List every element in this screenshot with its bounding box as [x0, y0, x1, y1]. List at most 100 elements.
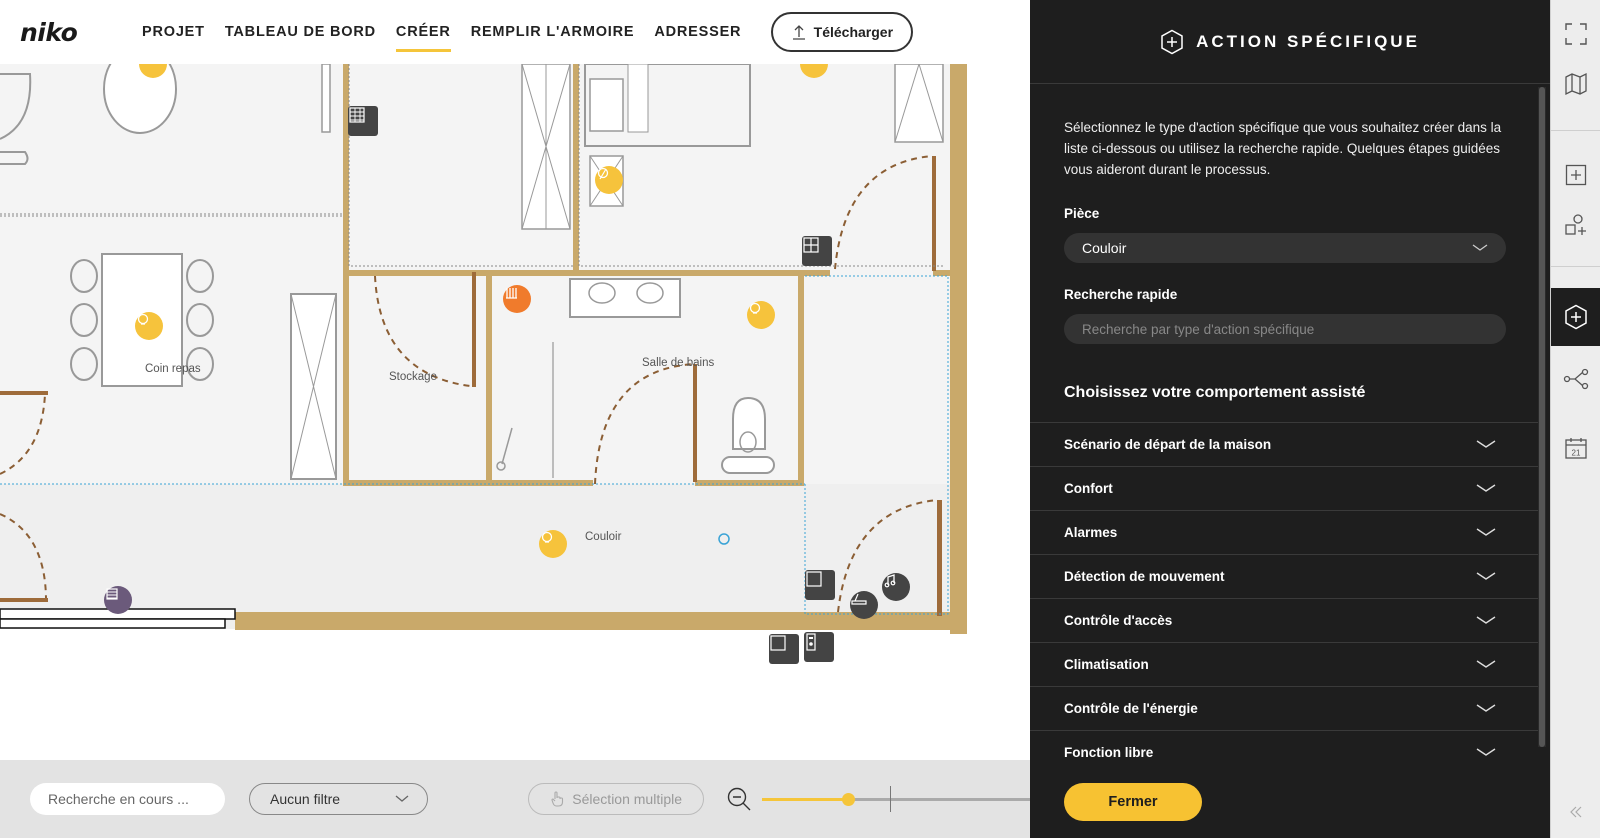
- nav-tableau-de-bord[interactable]: TABLEAU DE BORD: [215, 0, 386, 64]
- download-label: Télécharger: [813, 24, 894, 40]
- top-nav: niko PROJET TABLEAU DE BORD CRÉER REMPLI…: [0, 0, 1030, 64]
- add-button[interactable]: [1551, 153, 1600, 197]
- right-toolbar: 21: [1550, 0, 1600, 838]
- calendar-day: 21: [1572, 449, 1581, 458]
- accordion-item-confort[interactable]: Confort: [1030, 467, 1540, 511]
- map-icon: [1565, 72, 1587, 96]
- download-button[interactable]: Télécharger: [771, 12, 914, 52]
- accordion-item-controle-acces[interactable]: Contrôle d'accès: [1030, 599, 1540, 643]
- nav-adresser[interactable]: ADRESSER: [644, 0, 751, 64]
- accordion-item-label: Contrôle de l'énergie: [1064, 701, 1198, 716]
- specific-action-panel: ACTION SPÉCIFIQUE Sélectionnez le type d…: [1030, 0, 1550, 838]
- single-switch-icon[interactable]: [805, 570, 835, 600]
- chevron-down-icon: [1476, 572, 1496, 580]
- accordion-item-label: Alarmes: [1064, 525, 1118, 540]
- fullscreen-icon: [1565, 23, 1587, 45]
- zoom-slider-handle[interactable]: [842, 793, 856, 806]
- room-select-value: Couloir: [1082, 240, 1127, 256]
- room-label-coin-repas: Coin repas: [145, 363, 201, 375]
- section-title: Choisissez votre comportement assisté: [1064, 384, 1366, 401]
- floorplan-drawing: [0, 64, 1030, 760]
- filter-dropdown[interactable]: Aucun filtre: [249, 783, 428, 815]
- nav-projet[interactable]: PROJET: [132, 0, 215, 64]
- room-label-stockage: Stockage: [389, 371, 437, 383]
- doorbell-icon[interactable]: [804, 632, 834, 662]
- chevron-down-icon: [1476, 528, 1496, 536]
- panel-description: Sélectionnez le type d'action spécifique…: [1064, 120, 1502, 177]
- light-bulb-icon[interactable]: [539, 530, 567, 558]
- room-label: Pièce: [1064, 206, 1100, 221]
- search-input[interactable]: [30, 783, 225, 815]
- heating-icon[interactable]: [503, 285, 531, 313]
- chevron-down-icon: [1476, 440, 1496, 448]
- quick-search-input[interactable]: [1064, 314, 1506, 344]
- zoom-out-icon[interactable]: [724, 784, 754, 814]
- app: niko PROJET TABLEAU DE BORD CRÉER REMPLI…: [0, 0, 1600, 838]
- plus-square-icon: [1565, 164, 1587, 186]
- accordion-item-alarmes[interactable]: Alarmes: [1030, 511, 1540, 555]
- panel-scrollbar[interactable]: [1538, 87, 1546, 747]
- map-button[interactable]: [1551, 62, 1600, 106]
- keypad-icon[interactable]: [348, 106, 378, 136]
- multi-select-button[interactable]: Sélection multiple: [527, 783, 705, 815]
- light-bulb-icon[interactable]: [747, 301, 775, 329]
- panel-scrollbar-thumb[interactable]: [1539, 87, 1545, 747]
- double-chevron-left-icon: [1570, 806, 1582, 818]
- accordion-item-controle-energie[interactable]: Contrôle de l'énergie: [1030, 687, 1540, 731]
- panel-footer: Fermer: [1030, 765, 1540, 838]
- chevron-down-icon: [1476, 704, 1496, 712]
- calendar-button[interactable]: 21: [1551, 426, 1600, 470]
- branch-icon: [1563, 368, 1589, 390]
- quick-search-label: Recherche rapide: [1064, 287, 1178, 302]
- light-bulb-icon[interactable]: [135, 312, 163, 340]
- panel-body[interactable]: Sélectionnez le type d'action spécifique…: [1030, 85, 1540, 765]
- multi-select-label: Sélection multiple: [572, 791, 683, 807]
- hand-pointer-icon: [551, 791, 564, 807]
- zoom-slider[interactable]: [762, 781, 1030, 817]
- panel-header: ACTION SPÉCIFIQUE: [1030, 0, 1550, 84]
- accordion-item-label: Fonction libre: [1064, 745, 1154, 760]
- chevron-down-icon: [1476, 748, 1496, 756]
- chevron-down-icon: [1472, 244, 1488, 251]
- shapes-plus-icon: [1565, 214, 1586, 235]
- single-switch-icon[interactable]: [769, 634, 799, 664]
- nav-links: PROJET TABLEAU DE BORD CRÉER REMPLIR L'A…: [132, 0, 751, 64]
- upload-icon: [792, 25, 805, 40]
- behaviour-accordion: Scénario de départ de la maison Confort …: [1030, 422, 1540, 765]
- motion-sensor-icon[interactable]: [850, 591, 878, 619]
- accordion-item-label: Contrôle d'accès: [1064, 613, 1173, 628]
- hexagon-plus-icon: [1161, 29, 1183, 54]
- chevron-down-icon: [1476, 616, 1496, 624]
- add-device-button[interactable]: [1551, 203, 1600, 247]
- collapse-panel-button[interactable]: [1551, 790, 1600, 834]
- floorplan-canvas[interactable]: Coin repas Stockage Salle de bains Coulo…: [0, 64, 1030, 760]
- accordion-item-climatisation[interactable]: Climatisation: [1030, 643, 1540, 687]
- nav-remplir-armoire[interactable]: REMPLIR L'ARMOIRE: [461, 0, 645, 64]
- dimmer-light-icon[interactable]: [595, 166, 623, 194]
- chevron-down-icon: [1476, 484, 1496, 492]
- music-icon[interactable]: [882, 573, 910, 601]
- close-button[interactable]: Fermer: [1064, 783, 1202, 821]
- bottom-toolbar: Aucun filtre Sélection multiple: [0, 760, 1030, 838]
- room-select[interactable]: Couloir: [1064, 233, 1506, 263]
- chevron-down-icon: [1476, 660, 1496, 668]
- room-label-salle-de-bains: Salle de bains: [642, 357, 715, 369]
- quad-switch-icon[interactable]: [802, 236, 832, 266]
- accordion-item-depart-maison[interactable]: Scénario de départ de la maison: [1030, 423, 1540, 467]
- accordion-item-label: Détection de mouvement: [1064, 569, 1225, 584]
- fullscreen-button[interactable]: [1551, 12, 1600, 56]
- accordion-item-label: Scénario de départ de la maison: [1064, 437, 1272, 452]
- calendar-icon: 21: [1565, 438, 1587, 459]
- routine-button[interactable]: [1551, 357, 1600, 401]
- accordion-item-detection-mouvement[interactable]: Détection de mouvement: [1030, 555, 1540, 599]
- accordion-item-fonction-libre[interactable]: Fonction libre: [1030, 731, 1540, 765]
- niko-logo[interactable]: niko: [20, 18, 112, 47]
- chevron-down-icon: [395, 795, 409, 802]
- shutter-icon[interactable]: [104, 586, 132, 614]
- nav-creer[interactable]: CRÉER: [386, 0, 461, 64]
- specific-action-button[interactable]: [1551, 288, 1600, 346]
- hexagon-plus-icon: [1565, 304, 1587, 330]
- filter-value: Aucun filtre: [270, 791, 341, 807]
- panel-title: ACTION SPÉCIFIQUE: [1196, 31, 1420, 51]
- room-label-couloir: Couloir: [585, 531, 622, 543]
